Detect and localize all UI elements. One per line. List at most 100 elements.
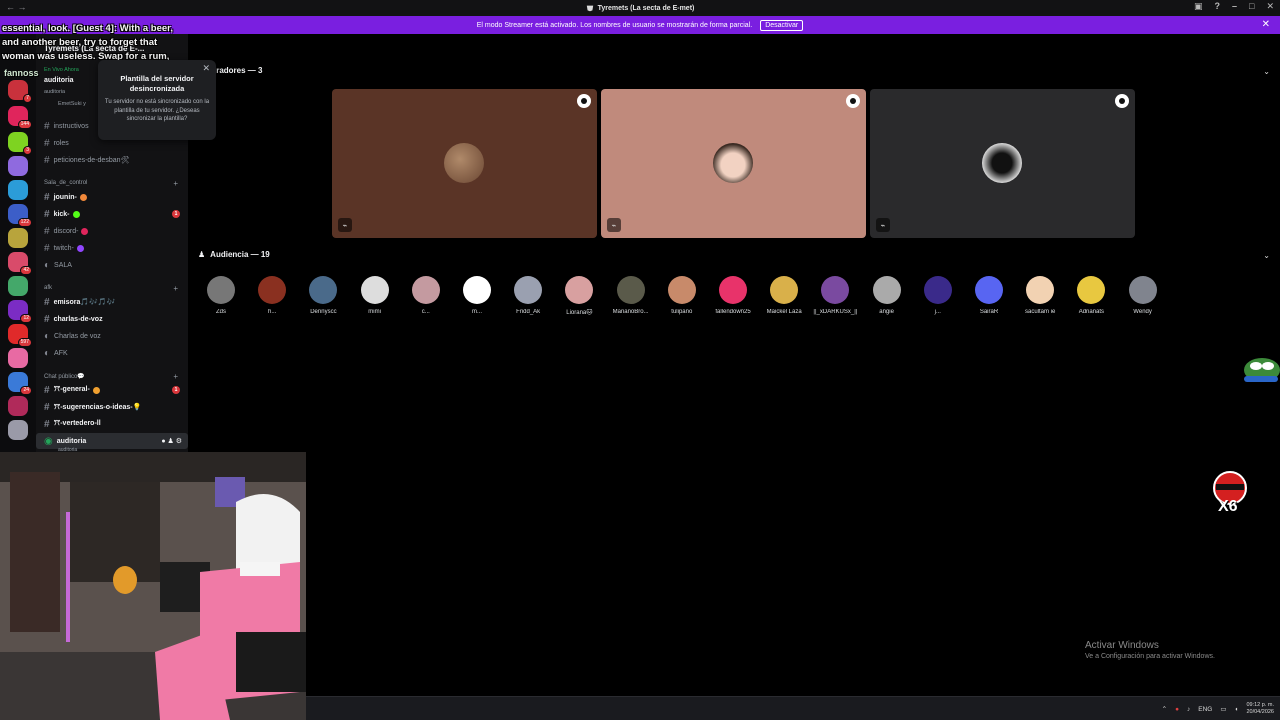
channel-actions-icon[interactable]: ● ♟ ⚙ <box>161 437 182 445</box>
chevron-down-icon[interactable]: ⌄ <box>1263 251 1270 260</box>
avatar <box>565 276 594 304</box>
maximize-button[interactable]: □ <box>1249 1 1254 12</box>
mic-muted-icon: ⌁ <box>607 218 621 232</box>
audience-member[interactable]: Fridd_Ak <box>504 276 552 315</box>
server-icon[interactable]: 7 <box>8 80 32 103</box>
audience-member[interactable]: Dennyscc <box>299 276 347 315</box>
close-banner-icon[interactable]: ✕ <box>1262 19 1270 30</box>
audience-member[interactable]: h... <box>248 276 296 315</box>
server-icon[interactable]: 144 <box>8 106 32 129</box>
channel-jounin[interactable]: # jounin- <box>36 189 188 205</box>
channel-discord[interactable]: # discord- <box>36 223 188 239</box>
volume-icon[interactable]: ◖ <box>1235 706 1239 713</box>
add-channel-icon[interactable]: + <box>173 179 178 188</box>
channel-emisora[interactable]: # emisora🎵🎶🎵🎶 <box>36 294 188 310</box>
tile-options-icon[interactable] <box>577 94 591 108</box>
audience-member[interactable]: angie <box>863 276 911 315</box>
audience-member[interactable]: mimi <box>351 276 399 315</box>
minimize-button[interactable]: – <box>1232 1 1237 12</box>
avatar <box>770 276 799 304</box>
audience-member[interactable]: Liorana🐱 <box>555 276 603 316</box>
channel-twitch[interactable]: # twitch- <box>36 240 188 256</box>
audience-member[interactable]: Zds <box>197 276 245 315</box>
category-chat-publico[interactable]: Chat público💬 + <box>36 370 188 382</box>
avatar <box>719 276 747 304</box>
disable-streamer-button[interactable]: Desactivar <box>760 19 804 31</box>
add-channel-icon[interactable]: + <box>173 284 178 293</box>
inbox-icon[interactable]: ▣ <box>1194 1 1203 12</box>
audience-member[interactable]: ||_xDARKUSx_|| <box>811 276 859 315</box>
audience-member[interactable]: MarianoBro... <box>607 276 655 315</box>
discord-icon <box>81 227 89 235</box>
audience-member[interactable]: Wendy <box>1119 276 1167 315</box>
hash-icon: # <box>44 137 50 149</box>
system-tray: ⌃ ● ♪ ENG ▭ ◖ 09:12 p. m. 20/04/2026 <box>1162 702 1274 716</box>
channel-kick[interactable]: # kick- 1 <box>36 206 188 222</box>
history-nav[interactable]: ← → <box>6 2 27 12</box>
chevron-down-icon[interactable]: ⌄ <box>1263 67 1270 76</box>
channel-general[interactable]: # ꔫ-general- 1 <box>36 382 188 398</box>
audience-member[interactable]: fallendown25 <box>709 276 757 315</box>
audience-name: Zds <box>215 309 226 315</box>
server-icon[interactable]: 122 <box>8 204 32 227</box>
audience-member[interactable]: Maickel Laza <box>760 276 808 315</box>
popup-description: Tu servidor no está sincronizado con la … <box>104 99 210 122</box>
server-icon[interactable] <box>8 420 28 440</box>
mention-badge: 42 <box>20 266 32 275</box>
add-channel-icon[interactable]: + <box>173 372 178 381</box>
audience-member[interactable]: sacultam ie <box>1016 276 1064 315</box>
speaker-tile[interactable]: ⌁ <box>601 89 866 238</box>
audience-member[interactable]: SairaR <box>965 276 1013 315</box>
server-icon[interactable]: 12 <box>8 300 32 323</box>
close-popup-icon[interactable]: ✕ <box>202 63 210 74</box>
close-window-button[interactable]: ✕ <box>1266 1 1274 12</box>
chevron-up-icon[interactable]: ⌃ <box>1162 705 1167 713</box>
channel-vertedero[interactable]: # ꔫ-vertedero-ll <box>36 416 188 432</box>
audience-member[interactable]: Adrianats <box>1067 276 1115 315</box>
language-indicator[interactable]: ENG <box>1198 706 1212 713</box>
channel-sala[interactable]: ◐ SALA <box>36 257 188 273</box>
audience-member[interactable]: c... <box>402 276 450 315</box>
avatar <box>309 276 338 304</box>
audience-member[interactable]: tulipano <box>658 276 706 315</box>
category-sala-de-control[interactable]: Sala_de_control + <box>36 177 188 189</box>
hash-icon: # <box>44 154 50 166</box>
sticker-count: X6 <box>1218 498 1238 515</box>
server-icon[interactable]: 42 <box>8 252 32 275</box>
tile-options-icon[interactable] <box>1115 94 1129 108</box>
channel-label: jounin- <box>53 193 77 201</box>
server-icon[interactable]: 3 <box>8 132 32 155</box>
server-icon[interactable] <box>8 396 28 416</box>
microphone-icon[interactable]: ♪ <box>1187 706 1190 713</box>
audience-member[interactable]: j... <box>914 276 962 315</box>
avatar <box>411 276 440 304</box>
server-icon[interactable] <box>8 180 28 200</box>
help-icon[interactable]: ? <box>1215 1 1221 12</box>
channel-sugerencias[interactable]: # ꔫ-sugerencias-o-ideas-💡 <box>36 399 188 415</box>
server-icon[interactable]: 597 <box>8 324 32 347</box>
audience-name: c... <box>421 309 430 315</box>
avatar <box>207 276 235 304</box>
audience-name: angie <box>879 309 894 315</box>
speaker-tile[interactable]: ⌁ <box>332 89 597 238</box>
server-icon[interactable]: 24 <box>8 372 32 395</box>
server-icon[interactable] <box>8 348 28 368</box>
tile-options-icon[interactable] <box>846 94 860 108</box>
speaker-tile[interactable]: ⌁ <box>870 89 1135 238</box>
voice-afk[interactable]: ◐ AFK <box>36 345 188 361</box>
clock[interactable]: 09:12 p. m. 20/04/2026 <box>1246 702 1274 716</box>
server-icon[interactable] <box>8 276 28 296</box>
template-sync-popup[interactable]: ✕ Plantilla del servidor desincronizada … <box>98 60 216 140</box>
channel-label: ꔫ-vertedero-ll <box>53 420 101 427</box>
mention-badge: 24 <box>20 386 32 395</box>
channel-peticiones[interactable]: # peticiones-de-desban🛠 <box>36 152 188 168</box>
voice-charlas-de-voz[interactable]: ◐ Charlas de voz <box>36 328 188 344</box>
server-icon[interactable] <box>8 228 28 248</box>
app-tray-icon[interactable]: ● <box>1175 706 1179 713</box>
network-icon[interactable]: ▭ <box>1220 705 1226 713</box>
category-afk[interactable]: afk + <box>36 282 188 294</box>
avatar <box>1077 276 1106 304</box>
channel-charlas-de-voz[interactable]: # charlas-de-voz <box>36 311 188 327</box>
server-icon[interactable] <box>8 156 28 176</box>
audience-member[interactable]: m... <box>453 276 501 315</box>
